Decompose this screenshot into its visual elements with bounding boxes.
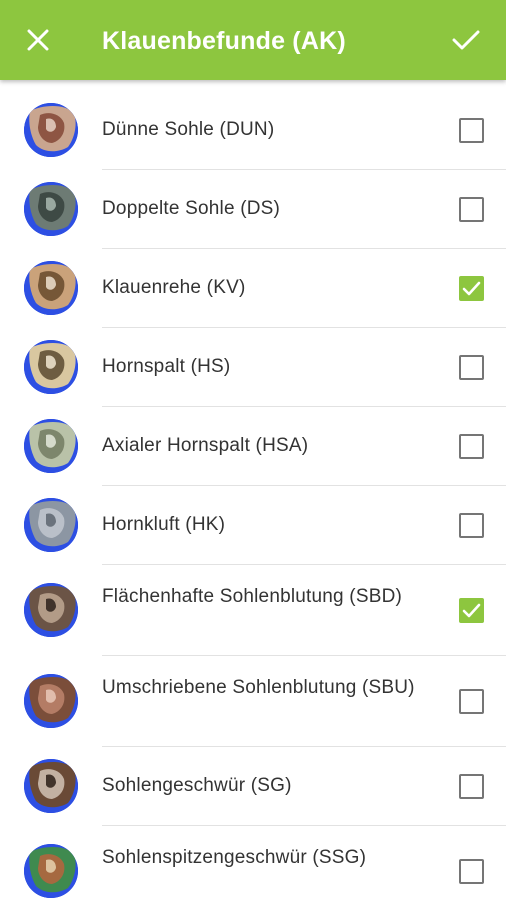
findings-list: Dünne Sohle (DUN) Doppelte Sohle (DS) Klau… [0, 91, 506, 900]
checkbox[interactable] [459, 858, 484, 884]
check-icon [462, 603, 481, 617]
hoof-thumbnail [24, 674, 78, 728]
check-icon [452, 30, 480, 50]
list-item[interactable]: Sohlenspitzengeschwür (SSG) [0, 826, 506, 900]
list-item-label: Axialer Hornspalt (HSA) [102, 435, 309, 456]
close-button[interactable] [18, 20, 58, 60]
list-item-label: Hornkluft (HK) [102, 514, 226, 535]
list-item-label: Umschriebene Sohlenblutung (SBU) [102, 677, 415, 698]
checkbox[interactable] [459, 512, 484, 538]
list-item-label: Sohlenspitzengeschwür (SSG) [102, 847, 367, 868]
hoof-thumbnail [24, 583, 78, 637]
close-icon [27, 29, 49, 51]
checkbox[interactable] [459, 773, 484, 799]
hoof-thumbnail [24, 759, 78, 813]
confirm-button[interactable] [444, 20, 488, 60]
page-title: Klauenbefunde (AK) [102, 27, 346, 55]
hoof-thumbnail [24, 844, 78, 898]
list-item[interactable]: Flächenhafte Sohlenblutung (SBD) [0, 565, 506, 656]
checkbox[interactable] [459, 196, 484, 222]
list-item[interactable]: Dünne Sohle (DUN) [0, 91, 506, 170]
checkbox[interactable] [459, 688, 484, 714]
hoof-thumbnail [24, 261, 78, 315]
list-item[interactable]: Sohlengeschwür (SG) [0, 747, 506, 826]
checkbox-checked[interactable] [459, 275, 484, 301]
list-item[interactable]: Doppelte Sohle (DS) [0, 170, 506, 249]
list-item-label: Klauenrehe (KV) [102, 277, 246, 298]
hoof-thumbnail [24, 103, 78, 157]
checkbox-checked[interactable] [459, 597, 484, 623]
list-item[interactable]: Umschriebene Sohlenblutung (SBU) [0, 656, 506, 747]
check-icon [462, 281, 481, 295]
checkbox[interactable] [459, 433, 484, 459]
list-item-label: Hornspalt (HS) [102, 356, 231, 377]
list-item[interactable]: Hornspalt (HS) [0, 328, 506, 407]
hoof-thumbnail [24, 498, 78, 552]
list-item[interactable]: Hornkluft (HK) [0, 486, 506, 565]
list-item-label: Sohlengeschwür (SG) [102, 775, 292, 796]
hoof-thumbnail [24, 182, 78, 236]
list-item[interactable]: Klauenrehe (KV) [0, 249, 506, 328]
list-item-label: Doppelte Sohle (DS) [102, 198, 281, 219]
list-item-label: Flächenhafte Sohlenblutung (SBD) [102, 586, 403, 607]
hoof-thumbnail [24, 340, 78, 394]
list-item-label: Dünne Sohle (DUN) [102, 119, 275, 140]
list-item[interactable]: Axialer Hornspalt (HSA) [0, 407, 506, 486]
hoof-thumbnail [24, 419, 78, 473]
checkbox[interactable] [459, 354, 484, 380]
app-bar: Klauenbefunde (AK) [0, 0, 506, 80]
checkbox[interactable] [459, 117, 484, 143]
